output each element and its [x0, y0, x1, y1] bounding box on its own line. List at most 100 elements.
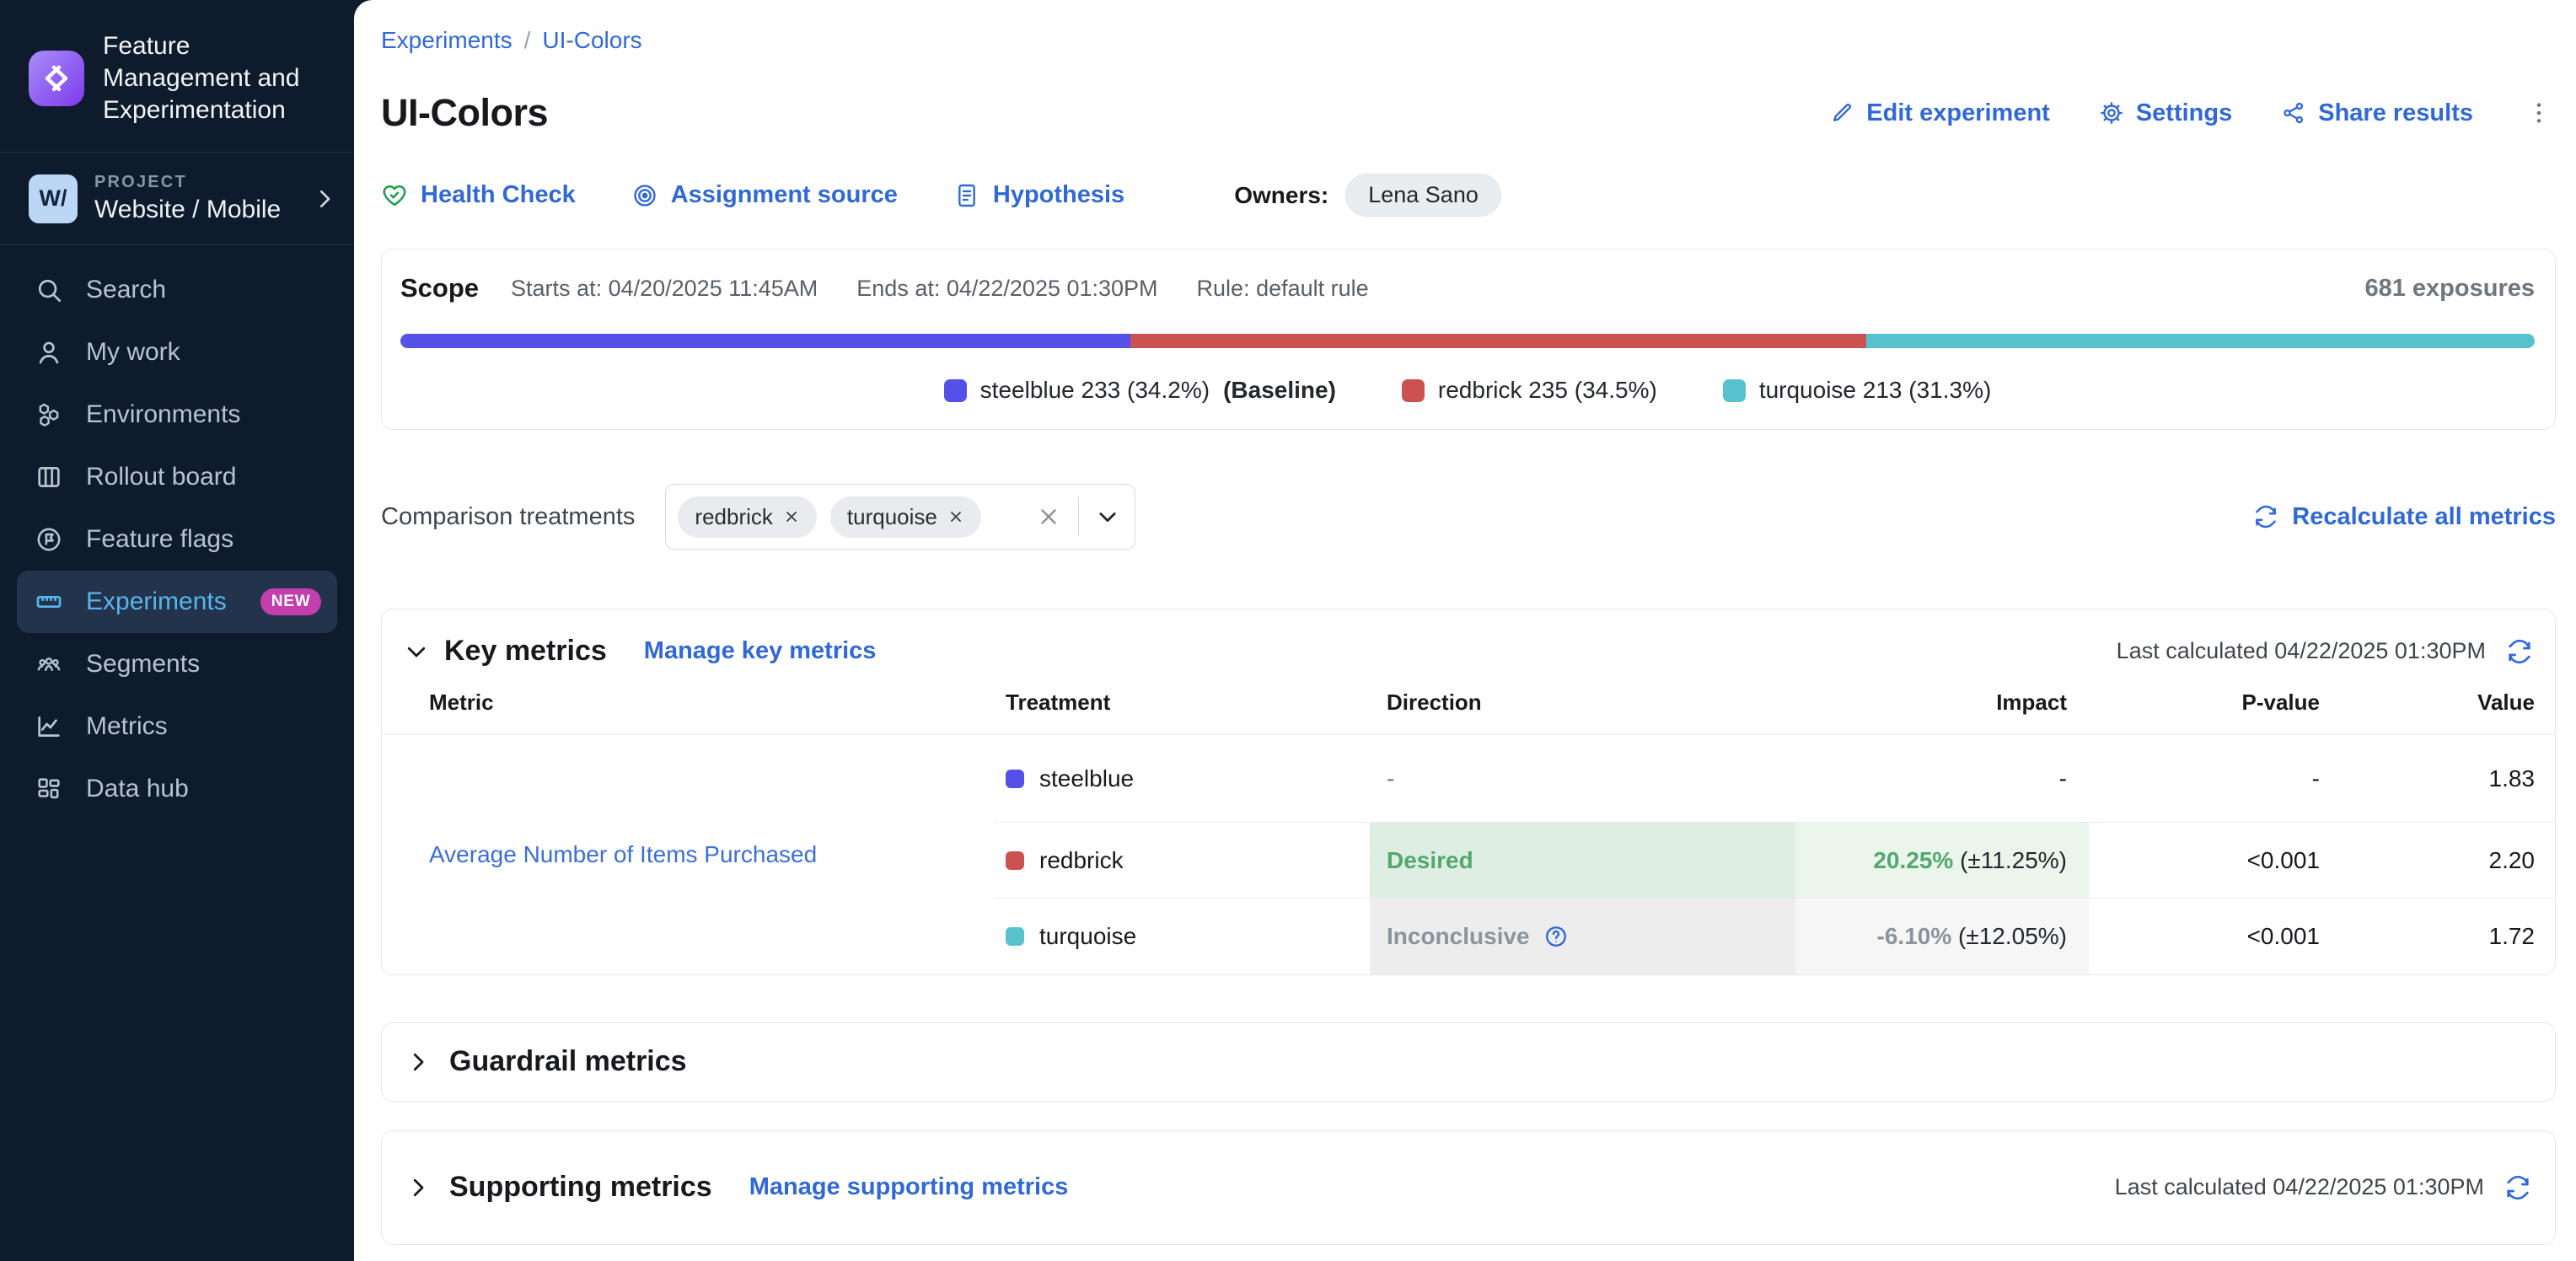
impact-cell: - — [1795, 735, 2089, 823]
column-header-impact: Impact — [1795, 690, 2089, 735]
key-metrics-card: Key metrics Manage key metrics Last calc… — [381, 609, 2556, 975]
hypothesis-link[interactable]: Hypothesis — [953, 181, 1124, 209]
column-header-metric: Metric — [382, 690, 994, 735]
collapse-chevron-down-icon[interactable] — [404, 639, 429, 664]
project-name: Website / Mobile — [94, 196, 281, 224]
grid-icon — [34, 775, 64, 803]
refresh-icon[interactable] — [2504, 1174, 2531, 1201]
scope-rule: Rule: default rule — [1197, 276, 1369, 302]
sidebar-item-label: Feature flags — [86, 525, 233, 554]
sidebar-item-feature-flags[interactable]: Feature flags — [17, 508, 337, 571]
sidebar-item-label: Environments — [86, 400, 240, 429]
guardrail-metrics-card: Guardrail metrics — [381, 1022, 2556, 1102]
last-calculated-text: Last calculated 04/22/2025 01:30PM — [2115, 1174, 2484, 1200]
treatment-name: turquoise — [1039, 923, 1136, 950]
breadcrumb-current-link[interactable]: UI-Colors — [542, 27, 641, 53]
health-check-link[interactable]: Health Check — [381, 181, 576, 209]
direction-cell-inconclusive: Inconclusive — [1370, 899, 1795, 974]
impact-cell: -6.10% (±12.05%) — [1795, 899, 2089, 974]
sidebar-item-my-work[interactable]: My work — [17, 321, 337, 384]
column-header-treatment: Treatment — [994, 690, 1370, 735]
sidebar: Feature Management and Experimentation W… — [0, 0, 354, 1261]
bar-segment-turquoise — [1866, 334, 2535, 348]
sidebar-item-experiments[interactable]: Experiments NEW — [17, 571, 337, 633]
chip-label: turquoise — [847, 504, 937, 530]
hexagons-icon — [34, 400, 64, 429]
sidebar-item-environments[interactable]: Environments — [17, 384, 337, 446]
edit-experiment-label: Edit experiment — [1866, 99, 2050, 127]
expand-chevron-right-icon[interactable] — [405, 1049, 431, 1075]
metric-link[interactable]: Average Number of Items Purchased — [429, 841, 817, 867]
assignment-source-label: Assignment source — [671, 181, 898, 209]
columns-icon — [34, 463, 64, 491]
treatment-name: steelblue — [1039, 765, 1134, 792]
comparison-treatments-label: Comparison treatments — [381, 503, 635, 531]
new-badge: NEW — [260, 588, 322, 615]
edit-experiment-button[interactable]: Edit experiment — [1829, 99, 2050, 127]
owner-pill[interactable]: Lena Sano — [1345, 174, 1501, 217]
impact-value: -6.10% — [1877, 923, 1952, 949]
comparison-treatments-select[interactable]: redbrick turquoise — [665, 484, 1135, 550]
recalculate-all-metrics-button[interactable]: Recalculate all metrics — [2253, 503, 2556, 531]
column-header-value: Value — [2342, 690, 2556, 735]
sidebar-item-search[interactable]: Search — [17, 259, 337, 321]
legend-label: redbrick 235 (34.5%) — [1438, 377, 1657, 404]
impact-confidence-interval: (±12.05%) — [1958, 923, 2067, 949]
key-metrics-header: Key metrics Manage key metrics Last calc… — [382, 609, 2555, 690]
share-results-button[interactable]: Share results — [2281, 99, 2473, 127]
question-circle-icon[interactable] — [1543, 924, 1569, 949]
sidebar-item-data-hub[interactable]: Data hub — [17, 758, 337, 820]
expand-chevron-right-icon[interactable] — [405, 1175, 431, 1200]
settings-button[interactable]: Settings — [2099, 99, 2232, 127]
direction-cell-desired: Desired — [1370, 823, 1795, 899]
project-avatar: W/ — [29, 174, 78, 223]
refresh-icon[interactable] — [2506, 638, 2533, 665]
kebab-menu-icon[interactable] — [2522, 96, 2556, 130]
refresh-icon — [2253, 504, 2278, 529]
chip-remove-icon[interactable] — [947, 508, 964, 525]
sidebar-item-label: Experiments — [86, 588, 227, 616]
legend-item-redbrick: redbrick 235 (34.5%) — [1402, 377, 1657, 404]
sidebar-item-segments[interactable]: Segments — [17, 633, 337, 695]
sidebar-item-rollout-board[interactable]: Rollout board — [17, 446, 337, 508]
treatment-cell: turquoise — [994, 899, 1370, 974]
supporting-metrics-card: Supporting metrics Manage supporting met… — [381, 1130, 2556, 1245]
chip-label: redbrick — [695, 504, 772, 530]
impact-cell: 20.25% (±11.25%) — [1795, 823, 2089, 899]
project-label: PROJECT — [94, 173, 281, 192]
manage-key-metrics-link[interactable]: Manage key metrics — [644, 637, 877, 665]
search-icon — [34, 276, 64, 304]
assignment-source-link[interactable]: Assignment source — [631, 181, 898, 209]
document-icon — [953, 182, 980, 209]
legend-item-steelblue: steelblue 233 (34.2%) (Baseline) — [944, 377, 1336, 404]
clear-selection-icon[interactable] — [1036, 504, 1061, 529]
sidebar-item-label: Segments — [86, 650, 200, 679]
legend-item-turquoise: turquoise 213 (31.3%) — [1723, 377, 1992, 404]
sidebar-item-label: Data hub — [86, 775, 189, 803]
breadcrumb: Experiments / UI-Colors — [381, 27, 2556, 54]
bar-segment-steelblue — [400, 334, 1130, 348]
hypothesis-label: Hypothesis — [993, 181, 1124, 209]
chip-redbrick: redbrick — [678, 496, 816, 538]
sidebar-item-metrics[interactable]: Metrics — [17, 695, 337, 758]
chip-remove-icon[interactable] — [783, 508, 800, 525]
app-logo-row: Feature Management and Experimentation — [0, 0, 354, 152]
project-switcher[interactable]: W/ PROJECT Website / Mobile — [0, 153, 354, 244]
sidebar-item-label: Metrics — [86, 712, 168, 741]
table-row-steelblue: Average Number of Items Purchased steelb… — [382, 735, 2556, 823]
value-cell: 1.72 — [2342, 899, 2556, 974]
breadcrumb-separator: / — [524, 27, 531, 53]
manage-supporting-metrics-link[interactable]: Manage supporting metrics — [749, 1173, 1069, 1201]
turquoise-dot — [1006, 927, 1024, 946]
chevron-right-icon — [312, 186, 337, 212]
redbrick-dot — [1006, 851, 1024, 870]
sidebar-item-label: Rollout board — [86, 463, 236, 491]
line-chart-icon — [34, 712, 64, 741]
breadcrumb-experiments-link[interactable]: Experiments — [381, 27, 513, 53]
steelblue-dot — [1006, 770, 1024, 788]
share-results-label: Share results — [2318, 99, 2473, 127]
gear-icon — [2099, 100, 2124, 126]
chevron-down-icon[interactable] — [1096, 505, 1119, 529]
column-header-p-value: P-value — [2089, 690, 2342, 735]
app-root: Feature Management and Experimentation W… — [0, 0, 2576, 1261]
